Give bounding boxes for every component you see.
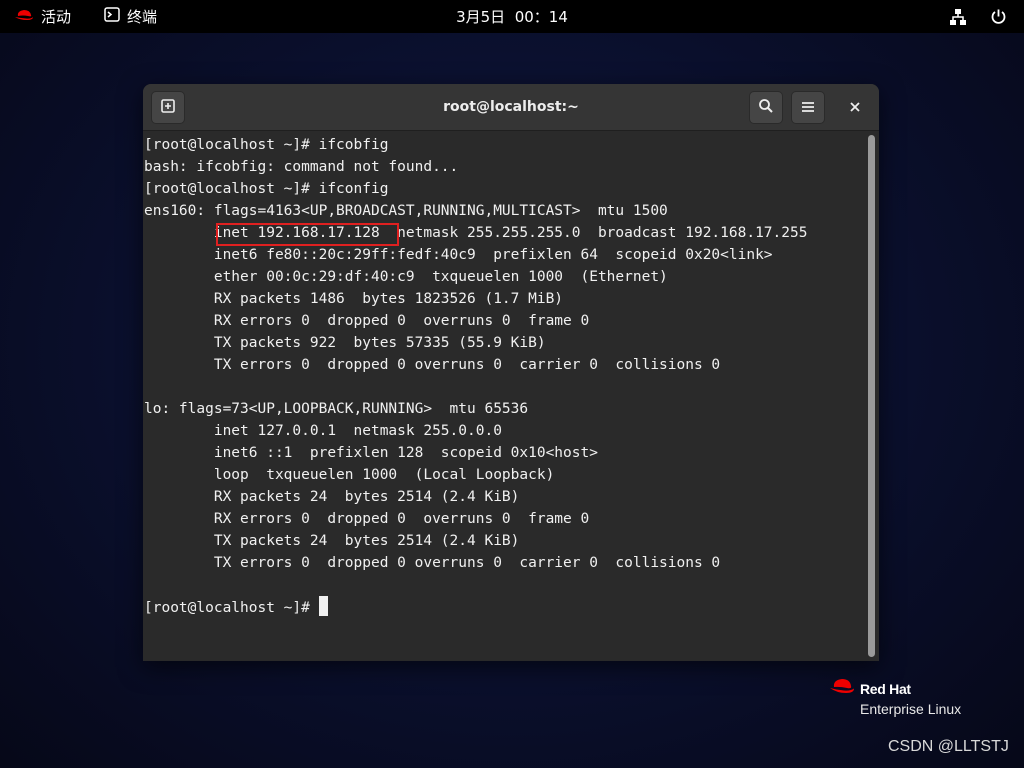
- close-button[interactable]: [838, 91, 872, 124]
- scrollbar-thumb[interactable]: [868, 135, 875, 657]
- terminal-line: RX errors 0 dropped 0 overruns 0 frame 0: [144, 313, 590, 329]
- prompt-line: [root@localhost ~]#: [144, 596, 807, 618]
- terminal-line: TX packets 922 bytes 57335 (55.9 KiB): [144, 335, 546, 351]
- terminal-line: RX errors 0 dropped 0 overruns 0 frame 0: [144, 511, 590, 527]
- terminal-line: ether 00:0c:29:df:40:c9 txqueuelen 1000 …: [144, 269, 668, 285]
- new-tab-icon: [160, 98, 176, 118]
- brand-product: Enterprise Linux: [860, 701, 962, 717]
- close-icon: [849, 98, 861, 117]
- header-bar: root@localhost:~: [143, 84, 879, 131]
- terminal-line: ens160: flags=4163<UP,BROADCAST,RUNNING,…: [144, 203, 668, 219]
- power-icon[interactable]: [990, 0, 1007, 33]
- new-tab-button[interactable]: [151, 91, 185, 124]
- menu-icon: [801, 98, 815, 117]
- text-cursor: [318, 596, 328, 616]
- search-icon: [758, 98, 774, 118]
- terminal-line: inet 127.0.0.1 netmask 255.0.0.0: [144, 423, 502, 439]
- terminal-line: bash: ifcobfig: command not found...: [144, 159, 459, 175]
- terminal-line: TX errors 0 dropped 0 overruns 0 carrier…: [144, 555, 721, 571]
- terminal-line: [root@localhost ~]# ifcobfig: [144, 137, 389, 153]
- top-bar: 活动 终端 3月5日 00：14: [0, 0, 1024, 33]
- redhat-brand: Red Hat Enterprise Linux: [829, 677, 961, 717]
- watermark: CSDN @LLTSTJ: [888, 738, 1009, 755]
- prompt: [root@localhost ~]#: [144, 600, 319, 616]
- terminal-line: lo: flags=73<UP,LOOPBACK,RUNNING> mtu 65…: [144, 401, 529, 417]
- network-icon[interactable]: [949, 0, 967, 33]
- scrollbar[interactable]: [864, 131, 879, 661]
- terminal-line: RX packets 24 bytes 2514 (2.4 KiB): [144, 489, 520, 505]
- terminal-lines: [root@localhost ~]# ifcobfig bash: ifcob…: [144, 134, 807, 618]
- terminal-line: inet6 ::1 prefixlen 128 scopeid 0x10<hos…: [144, 445, 598, 461]
- terminal-app-menu[interactable]: 终端: [104, 0, 157, 33]
- terminal-output[interactable]: [root@localhost ~]# ifcobfig bash: ifcob…: [143, 131, 863, 661]
- terminal-icon: [104, 7, 120, 26]
- clock[interactable]: 3月5日 00：14: [456, 6, 568, 27]
- activities-button[interactable]: 活动: [14, 0, 71, 33]
- ip-highlight-box: [216, 223, 399, 246]
- menu-button[interactable]: [791, 91, 825, 124]
- redhat-hat-icon: [829, 677, 855, 700]
- terminal-line: TX errors 0 dropped 0 overruns 0 carrier…: [144, 357, 721, 373]
- terminal-line: inet6 fe80::20c:29ff:fedf:40c9 prefixlen…: [144, 247, 773, 263]
- terminal-window: root@localhost:~ [root@localhost ~]# ifc…: [143, 84, 879, 661]
- search-button[interactable]: [749, 91, 783, 124]
- terminal-app-label: 终端: [127, 8, 158, 26]
- terminal-line: RX packets 1486 bytes 1823526 (1.7 MiB): [144, 291, 564, 307]
- terminal-line: TX packets 24 bytes 2514 (2.4 KiB): [144, 533, 520, 549]
- terminal-line: [root@localhost ~]# ifconfig: [144, 181, 389, 197]
- brand-name: Red Hat: [860, 680, 911, 697]
- terminal-line: loop txqueuelen 1000 (Local Loopback): [144, 467, 555, 483]
- activities-label: 活动: [41, 8, 72, 26]
- redhat-logo-icon: [14, 8, 34, 26]
